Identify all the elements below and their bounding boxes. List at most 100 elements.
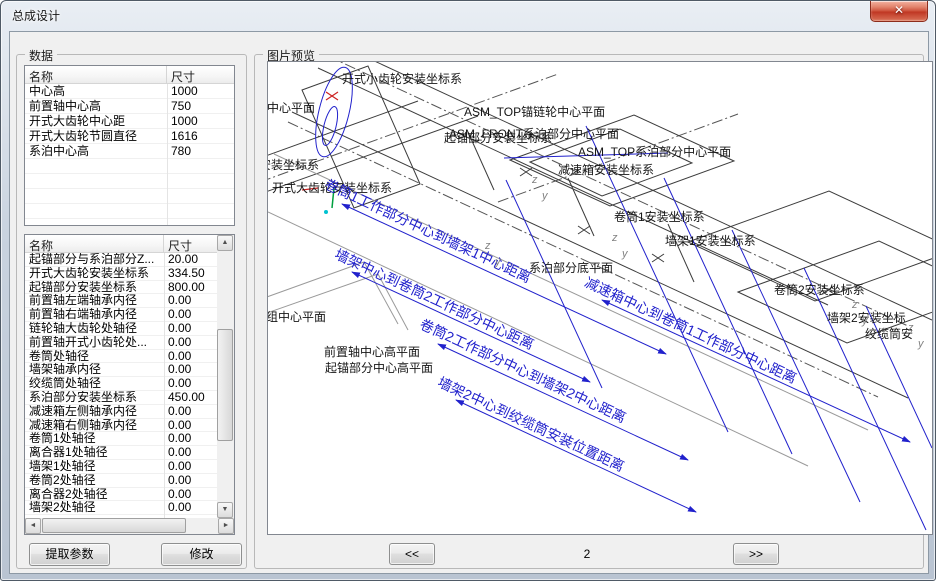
row-name-cell: 系泊部分安装坐标系 [25, 391, 164, 404]
row-size-cell: 0.00 [164, 363, 217, 376]
table2-header-name[interactable]: 名称 [25, 235, 164, 252]
scroll-up-button[interactable]: ▲ [217, 235, 233, 251]
cad-annotation-label: 卷筒1安装坐标系 [614, 208, 705, 225]
row-name-cell: 墙架轴承内径 [25, 363, 164, 376]
data-groupbox: 数据 名称 尺寸 中心高1000前置轴中心高750开式大齿轮中心距1000开式大… [16, 54, 247, 569]
row-size-cell: 20.00 [164, 253, 217, 266]
table-row[interactable]: 前置轴左端轴承内径0.00 [25, 294, 217, 308]
row-name-cell: 前置轴开式小齿轮处... [25, 336, 164, 349]
row-size-cell: 750 [167, 99, 234, 113]
table-row[interactable] [25, 204, 234, 219]
scroll-left-button[interactable]: ◄ [25, 518, 41, 534]
row-size-cell: 800.00 [164, 281, 217, 294]
table-row[interactable]: 卷筒处轴径0.00 [25, 350, 217, 364]
axis-letter: y [918, 338, 924, 350]
row-size-cell: 1616 [167, 129, 234, 143]
dimensions-table-detail[interactable]: 名称 尺寸 起锚部分与系泊部分Z...20.00开式大齿轮安装坐标系334.50… [24, 234, 235, 535]
table1-body: 中心高1000前置轴中心高750开式大齿轮中心距1000开式大齿轮节圆直径161… [25, 84, 234, 225]
table-row[interactable]: 前置轴右端轴承内径0.00 [25, 308, 217, 322]
row-size-cell: 1000 [167, 84, 234, 98]
scroll-right-button[interactable]: ► [218, 518, 234, 534]
row-size-cell: 450.00 [164, 391, 217, 404]
scroll-up-icon: ▲ [222, 239, 229, 246]
table-row[interactable]: 开式大齿轮安装坐标系334.50 [25, 267, 217, 281]
preview-groupbox: 图片预览 [254, 54, 924, 569]
row-name-cell [25, 189, 167, 203]
table-row[interactable]: 开式大齿轮节圆直径1616 [25, 129, 234, 144]
table2-header: 名称 尺寸 [25, 235, 217, 253]
cad-annotation-label: 起锚部分中心高平面 [325, 359, 433, 376]
table-row[interactable]: 减速箱左侧轴承内径0.00 [25, 405, 217, 419]
vertical-scroll-thumb[interactable] [217, 329, 233, 441]
table-row[interactable]: 系泊中心高780 [25, 144, 234, 159]
table-row[interactable]: 卷筒1处轴径0.00 [25, 432, 217, 446]
cad-annotation-label: 轮中心平面 [267, 99, 315, 116]
row-size-cell: 0.00 [164, 350, 217, 363]
close-button[interactable]: ✕ [870, 1, 928, 22]
table2-horizontal-scrollbar[interactable]: ◄ ► [25, 518, 234, 534]
table-row[interactable]: 墙架轴承内径0.00 [25, 363, 217, 377]
modify-button[interactable]: 修改 [161, 543, 242, 566]
table-row[interactable]: 墙架1处轴径0.00 [25, 460, 217, 474]
row-name-cell: 开式大齿轮中心距 [25, 114, 167, 128]
row-name-cell: 减速箱右侧轴承内径 [25, 419, 164, 432]
table-row[interactable] [25, 174, 234, 189]
table-row[interactable] [25, 159, 234, 174]
dimensions-table-main[interactable]: 名称 尺寸 中心高1000前置轴中心高750开式大齿轮中心距1000开式大齿轮节… [24, 65, 235, 226]
table-row[interactable]: 链轮轴大齿轮处轴径0.00 [25, 322, 217, 336]
table-row[interactable]: 绞缆筒处轴径0.00 [25, 377, 217, 391]
axis-letter: z [485, 240, 491, 252]
axis-letter: z [908, 322, 914, 334]
table-row[interactable]: 系泊部分安装坐标系450.00 [25, 391, 217, 405]
table-row[interactable]: 离合器1处轴径0.00 [25, 446, 217, 460]
axis-letter: z [532, 174, 538, 186]
extract-parameters-button[interactable]: 提取参数 [29, 543, 110, 566]
row-size-cell [167, 204, 234, 218]
cad-annotation-label: 减速箱安装坐标系 [558, 161, 654, 178]
scroll-right-icon: ► [223, 522, 230, 529]
table1-header-name[interactable]: 名称 [25, 66, 167, 83]
table2-vertical-scrollbar[interactable]: ▲ ▼ [217, 235, 234, 518]
scroll-down-button[interactable]: ▼ [217, 502, 233, 518]
row-size-cell: 0.00 [164, 432, 217, 445]
table1-header-size[interactable]: 尺寸 [167, 66, 234, 83]
horizontal-scroll-thumb[interactable] [42, 518, 186, 533]
cad-annotation-label: 安装坐标系 [267, 156, 319, 173]
next-page-button[interactable]: >> [733, 543, 779, 565]
row-name-cell: 开式大齿轮安装坐标系 [25, 267, 164, 280]
row-name-cell [25, 159, 167, 173]
axis-letter: y [622, 248, 628, 260]
row-name-cell: 离合器1处轴径 [25, 446, 164, 459]
table-row[interactable]: 前置轴中心高750 [25, 99, 234, 114]
page-number: 2 [555, 547, 619, 561]
cad-annotation-label: 墙架1安装坐标系 [665, 232, 756, 249]
previous-page-button[interactable]: << [389, 543, 435, 565]
table-row[interactable]: 起锚部分安装坐标系800.00 [25, 281, 217, 295]
table-row[interactable]: 前置轴开式小齿轮处...0.00 [25, 336, 217, 350]
row-name-cell [25, 174, 167, 188]
table-row[interactable]: 卷筒2处轴径0.00 [25, 474, 217, 488]
table-row[interactable]: 离合器2处轴径0.00 [25, 488, 217, 502]
cad-annotation-label: 开式小齿轮安装坐标系 [342, 70, 462, 87]
row-name-cell: 离合器2处轴径 [25, 488, 164, 501]
table-row[interactable]: 起锚部分与系泊部分Z...20.00 [25, 253, 217, 267]
row-size-cell: 0.00 [164, 488, 217, 501]
table-row[interactable]: 墙架2处轴径0.00 [25, 501, 217, 515]
row-size-cell: 0.00 [164, 294, 217, 307]
row-name-cell: 中心高 [25, 84, 167, 98]
table-row[interactable]: 开式大齿轮中心距1000 [25, 114, 234, 129]
row-size-cell: 0.00 [164, 419, 217, 432]
row-name-cell: 墙架2处轴径 [25, 501, 164, 514]
table-row[interactable] [25, 189, 234, 204]
row-size-cell [167, 174, 234, 188]
cad-annotation-label: 绞缆筒安 [865, 325, 913, 342]
table-row[interactable]: 减速箱右侧轴承内径0.00 [25, 419, 217, 433]
table-row[interactable]: 中心高1000 [25, 84, 234, 99]
table1-header: 名称 尺寸 [25, 66, 234, 84]
table2-header-size[interactable]: 尺寸 [164, 235, 217, 252]
row-size-cell: 780 [167, 144, 234, 158]
row-name-cell: 起锚部分与系泊部分Z... [25, 253, 164, 266]
window-title: 总成设计 [12, 7, 60, 24]
close-icon: ✕ [894, 3, 904, 17]
title-bar[interactable]: 总成设计 ✕ [1, 1, 935, 31]
